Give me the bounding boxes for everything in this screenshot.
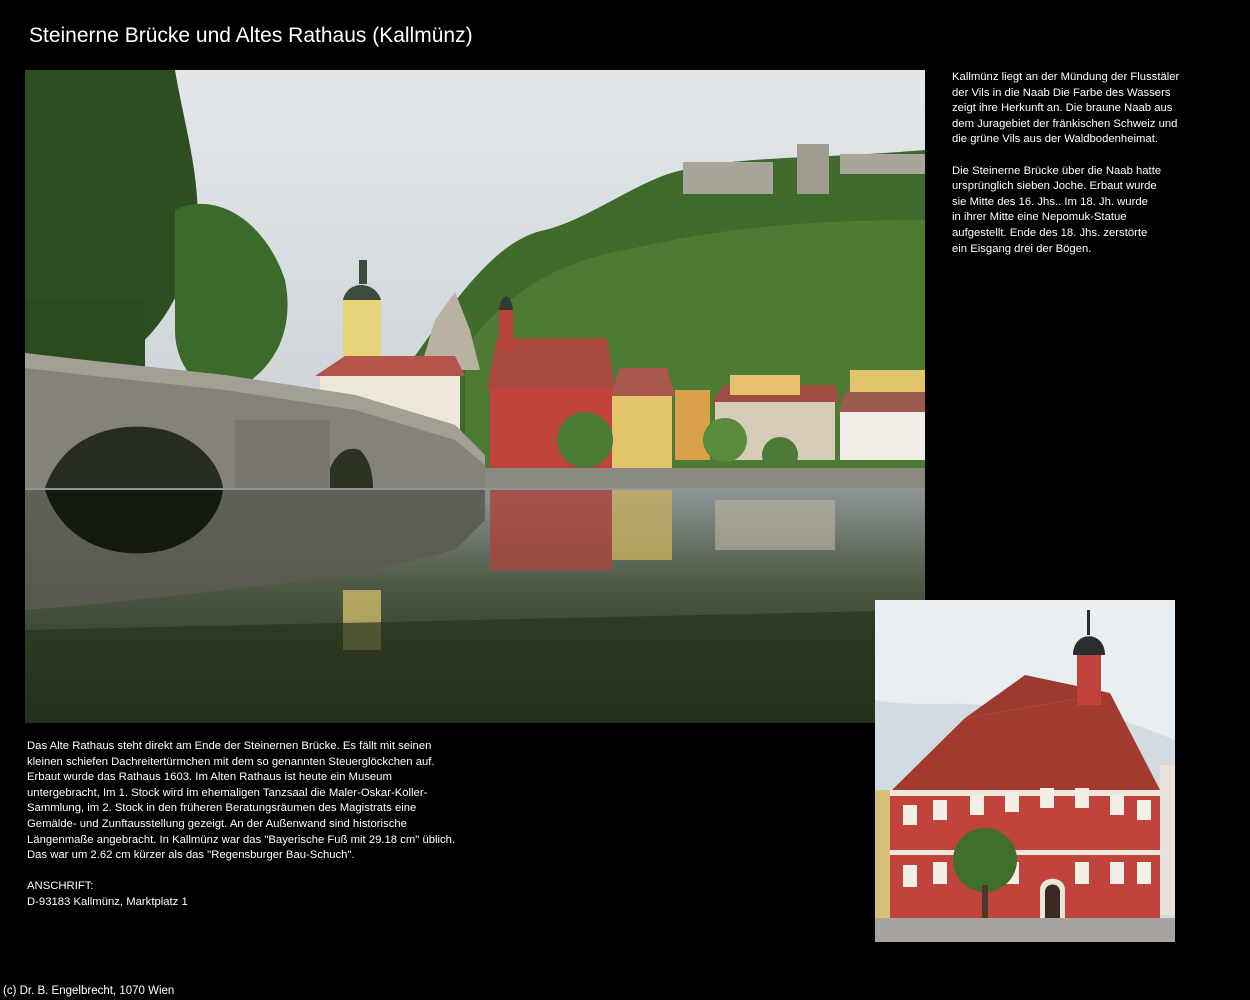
- copyright-footer: (c) Dr. B. Engelbrecht, 1070 Wien: [3, 985, 175, 997]
- rathaus-paragraph: Das Alte Rathaus steht direkt am Ende de…: [27, 740, 456, 862]
- side-paragraph-2: Die Steinerne Brücke über die Naab hatte…: [952, 164, 1162, 255]
- side-paragraph-1: Kallmünz liegt an der Mündung der Flusst…: [952, 71, 1180, 146]
- bridge-photo: [25, 70, 925, 723]
- address: D-93183 Kallmünz, Marktplatz 1: [27, 895, 188, 908]
- address-label: ANSCHRIFT:: [27, 880, 94, 893]
- side-description: Kallmünz liegt an der Mündung der Flusst…: [952, 70, 1212, 273]
- rathaus-description: Das Alte Rathaus steht direkt am Ende de…: [27, 739, 507, 911]
- page-title: Steinerne Brücke und Altes Rathaus (Kall…: [29, 24, 473, 47]
- rathaus-photo: [875, 600, 1175, 942]
